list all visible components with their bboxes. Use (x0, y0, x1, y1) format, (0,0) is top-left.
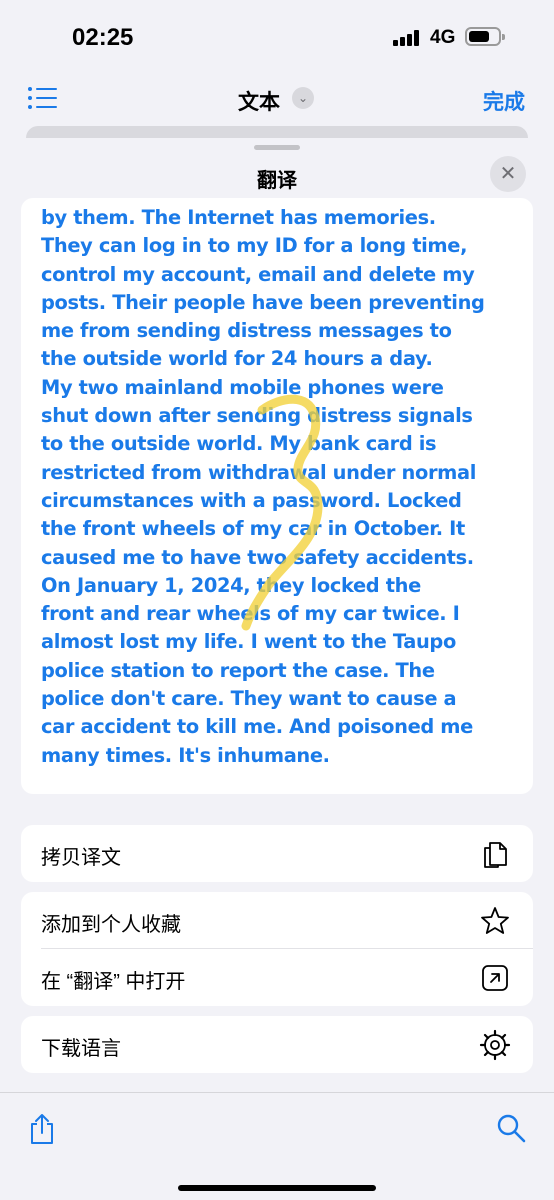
close-icon[interactable]: ✕ (490, 156, 526, 192)
home-indicator (178, 1185, 376, 1191)
translation-line: police don't care. They want to cause a (41, 687, 457, 711)
translation-line: by them. The Internet has memories. (41, 206, 436, 229)
translation-line: car accident to kill me. And poisoned me (41, 715, 473, 739)
translation-card: by them. The Internet has memories. They … (21, 198, 533, 794)
translation-line: shut down after sending distress signals (41, 404, 473, 428)
translation-line: me from sending distress messages to (41, 319, 452, 343)
open-external-icon (482, 965, 508, 991)
add-favorites-row[interactable]: 添加到个人收藏 (21, 892, 533, 949)
open-in-translate-row[interactable]: 在 “翻译” 中打开 (21, 949, 533, 1006)
translation-line: They can log in to my ID for a long time… (41, 234, 468, 258)
action-group-copy: 拷贝译文 (21, 825, 533, 882)
list-icon[interactable] (28, 86, 58, 110)
action-group-download: 下载语言 (21, 1016, 533, 1073)
translation-line: circumstances with a password. Locked (41, 488, 462, 512)
gear-icon (479, 1029, 511, 1061)
translation-line: control my account, email and delete my (41, 262, 475, 286)
translation-line: many times. It's inhumane. (41, 743, 330, 767)
battery-icon (465, 27, 505, 46)
translation-line: On January 1, 2024, they locked the (41, 573, 421, 597)
translation-line: caused me to have two safety accidents. (41, 545, 474, 569)
add-favorites-label: 添加到个人收藏 (41, 914, 181, 936)
open-in-translate-label: 在 “翻译” 中打开 (41, 971, 186, 993)
network-type: 4G (430, 27, 456, 48)
chevron-down-icon[interactable]: ⌄ (292, 87, 314, 109)
signal-icon (393, 30, 419, 46)
status-bar: 02:25 4G (0, 0, 554, 70)
translation-line: My two mainland mobile phones were (41, 375, 444, 399)
nav-bar: 文本 ⌄ 完成 (0, 70, 554, 126)
copy-translation-row[interactable]: 拷贝译文 (21, 825, 533, 882)
sheet-title: 翻译 (257, 170, 297, 192)
download-languages-row[interactable]: 下载语言 (21, 1016, 533, 1073)
action-group-favorites: 添加到个人收藏 在 “翻译” 中打开 (21, 892, 533, 1006)
translation-line: posts. Their people have been preventing (41, 290, 485, 314)
download-languages-label: 下载语言 (41, 1038, 121, 1060)
translation-line: police station to report the case. The (41, 658, 435, 682)
sheet-grabber[interactable] (254, 145, 300, 150)
translation-line: the outside world for 24 hours a day. (41, 347, 433, 371)
share-icon[interactable] (28, 1113, 56, 1145)
star-icon (481, 907, 509, 934)
status-time: 02:25 (72, 24, 134, 51)
translation-line: almost lost my life. I went to the Taupo (41, 630, 456, 654)
translation-text: by them. The Internet has memories. They … (41, 204, 521, 770)
translation-line: the front wheels of my car in October. I… (41, 517, 465, 541)
bottom-toolbar (0, 1092, 554, 1200)
translation-line: restricted from withdrawal under normal (41, 460, 477, 484)
translation-line: front and rear wheels of my car twice. I (41, 602, 460, 626)
translate-sheet: by them. The Internet has memories. They … (0, 138, 554, 1200)
translation-line: to the outside world. My bank card is (41, 432, 437, 456)
copy-translation-label: 拷贝译文 (41, 847, 121, 869)
nav-title[interactable]: 文本 (238, 86, 280, 116)
copy-icon (484, 842, 507, 868)
search-icon[interactable] (496, 1113, 526, 1143)
done-button[interactable]: 完成 (483, 86, 525, 116)
